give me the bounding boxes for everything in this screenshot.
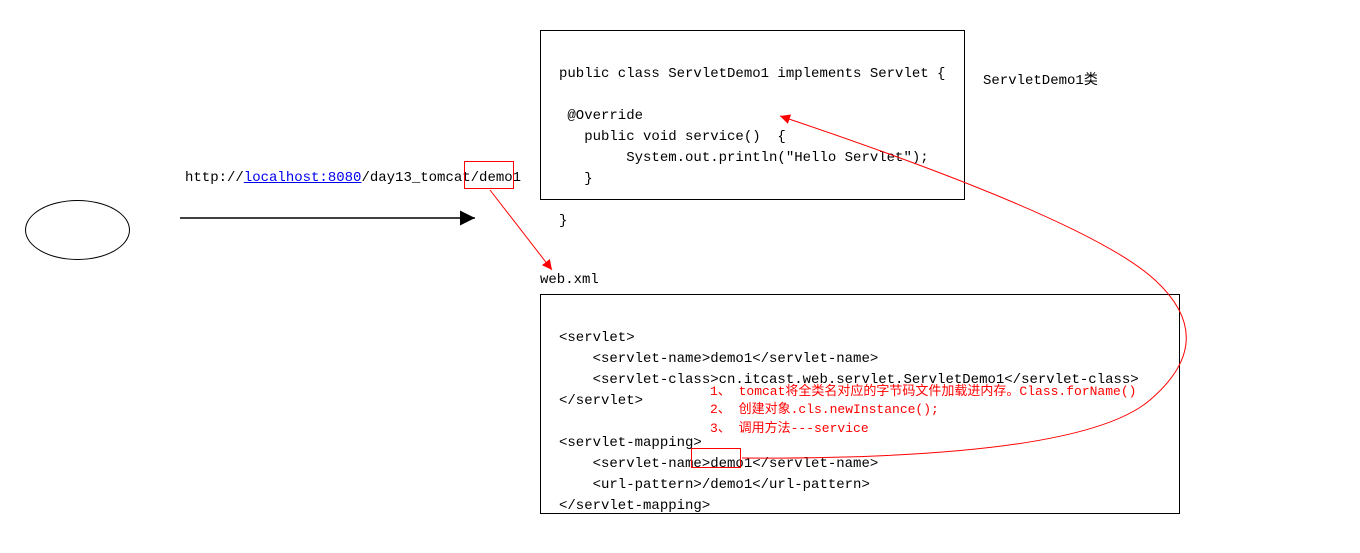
code-bot-l1: <servlet> — [559, 330, 635, 346]
code-bot-l6: <servlet-mapping> — [559, 435, 702, 451]
annotation-l1: 1、 tomcat将全类名对应的字节码文件加载进内存。Class.forName… — [710, 384, 1136, 399]
code-top-l1: public class ServletDemo1 implements Ser… — [559, 66, 945, 82]
red-annotation: 1、 tomcat将全类名对应的字节码文件加载进内存。Class.forName… — [710, 365, 1136, 438]
webxml-label: web.xml — [540, 272, 599, 288]
annotation-l2: 2、 创建对象.cls.newInstance(); — [710, 402, 939, 417]
servlet-class-label: ServletDemo1类 — [983, 69, 1098, 89]
code-bot-l9: </servlet-mapping> — [559, 498, 710, 514]
code-top-l8: } — [559, 213, 567, 229]
code-bot-l8: <url-pattern>/demo1</url-pattern> — [559, 477, 870, 493]
code-bot-l4: </servlet> — [559, 393, 643, 409]
annotation-l3: 3、 调用方法---service — [710, 421, 869, 436]
url-prefix: http:// — [185, 170, 244, 186]
code-top-l3: @Override — [559, 108, 643, 124]
client-ellipse — [25, 200, 130, 260]
code-top-l4: public void service() { — [559, 129, 786, 145]
code-top-l5: System.out.println("Hello Servlet"); — [559, 150, 929, 166]
servlet-class-code: public class ServletDemo1 implements Ser… — [540, 30, 965, 200]
url-demo1-highlight — [464, 161, 514, 189]
url-path1: /day13_tomcat — [361, 170, 470, 186]
url-hostport: localhost:8080 — [244, 170, 362, 186]
url-pattern-demo1-highlight — [691, 448, 741, 468]
url-to-webxml-arrow — [490, 190, 552, 270]
code-top-l6: } — [559, 171, 593, 187]
